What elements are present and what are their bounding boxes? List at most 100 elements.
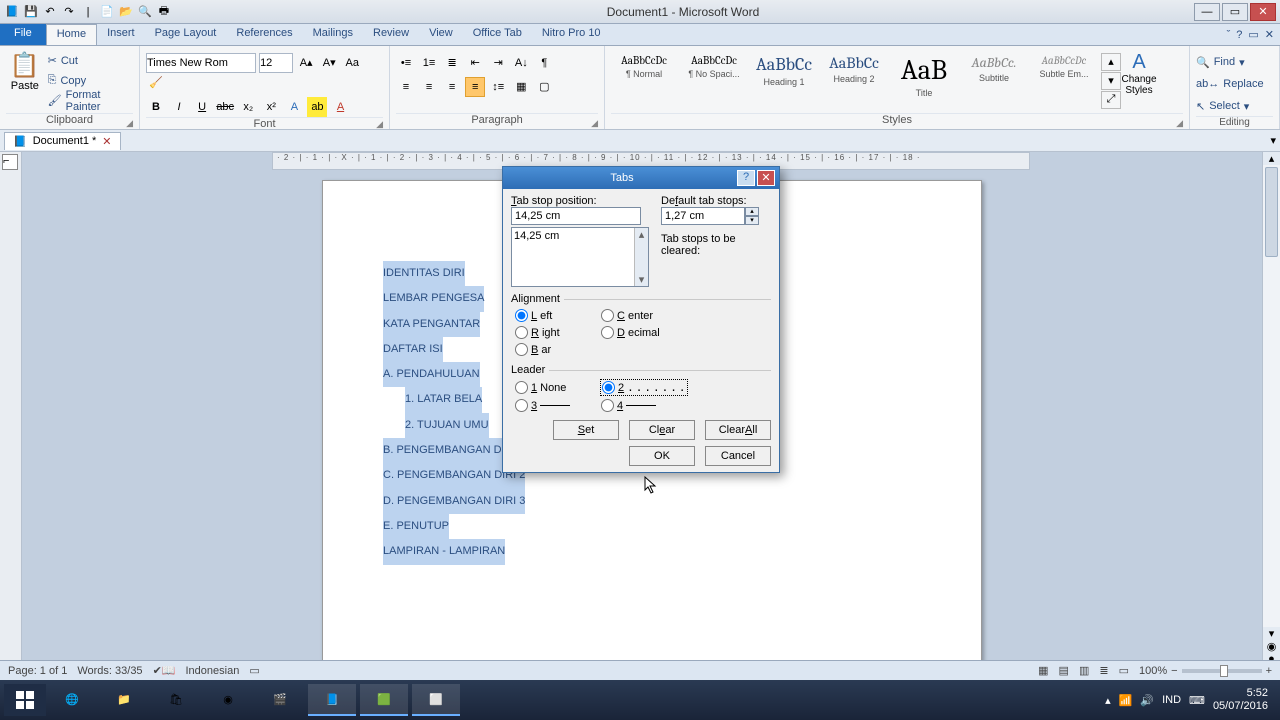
copy-button[interactable]: ⎘ Copy [48,71,133,91]
underline-icon[interactable]: U [192,97,212,117]
print-preview-icon[interactable]: 🔍 [137,4,153,20]
tab-file[interactable]: File [0,24,46,45]
line-spacing-icon[interactable]: ↕≡ [488,77,508,97]
change-case-icon[interactable]: Aa [342,53,362,73]
doc-line-6[interactable]: 1. LATAR BELA [405,387,482,412]
leader-under-radio[interactable]: 4 [601,399,687,412]
dialog-close-button[interactable]: ✕ [757,170,775,186]
spin-up-icon[interactable]: ▴ [745,207,759,216]
tray-volume-icon[interactable]: 🔊 [1140,694,1154,707]
task-explorer-icon[interactable]: 📁 [100,684,148,716]
style-heading2[interactable]: AaBbCcHeading 2 [821,51,887,111]
cancel-button[interactable]: Cancel [705,446,771,466]
bold-icon[interactable]: B [146,97,166,117]
tray-clock[interactable]: 5:52 05/07/2016 [1213,687,1268,713]
borders-icon[interactable]: ▢ [534,77,554,97]
tray-language[interactable]: IND [1162,694,1181,706]
close-button[interactable]: ✕ [1250,3,1276,21]
doc-line-3[interactable]: KATA PENGANTAR [383,312,480,337]
styles-launcher-icon[interactable]: ◢ [1176,118,1183,129]
justify-icon[interactable]: ≡ [465,77,485,97]
style-normal[interactable]: AaBbCcDc¶ Normal [611,51,677,111]
styles-down-icon[interactable]: ▾ [1101,72,1121,90]
word-count-status[interactable]: Words: 33/35 [77,665,142,677]
sort-icon[interactable]: A↓ [511,53,531,73]
doc-line-5[interactable]: A. PENDAHULUAN [383,362,480,387]
ok-button[interactable]: OK [629,446,695,466]
multilevel-icon[interactable]: ≣ [442,52,462,72]
tray-expand-icon[interactable]: ▴ [1105,694,1111,707]
tab-insert[interactable]: Insert [97,24,145,45]
scroll-up-icon[interactable]: ▴ [1269,152,1275,165]
tab-references[interactable]: References [226,24,302,45]
clipboard-launcher-icon[interactable]: ◢ [126,118,133,129]
clear-button[interactable]: Clear [629,420,695,440]
default-tabstops-input[interactable] [661,207,745,225]
scroll-down-icon[interactable]: ▾ [1269,627,1275,640]
align-decimal-radio[interactable]: Decimal [601,326,687,339]
view-web-icon[interactable]: ▥ [1079,664,1089,677]
shrink-font-icon[interactable]: A▾ [319,52,339,72]
tab-view[interactable]: View [419,24,463,45]
undo-icon[interactable]: ↶ [42,4,58,20]
tab-nitro[interactable]: Nitro Pro 10 [532,24,611,45]
view-outline-icon[interactable]: ≣ [1099,664,1108,677]
superscript-icon[interactable]: x² [261,97,281,117]
page-status[interactable]: Page: 1 of 1 [8,665,67,677]
minimize-button[interactable]: — [1194,3,1220,21]
close-tab-icon[interactable]: ✕ [102,135,111,148]
help-icon[interactable]: ? [1236,29,1242,41]
task-chrome-icon[interactable]: ◉ [204,684,252,716]
style-title[interactable]: AaBTitle [891,51,957,111]
font-color-icon[interactable]: A [331,97,351,117]
save-icon[interactable]: 💾 [23,4,39,20]
spellcheck-icon[interactable]: ✔📖 [153,664,176,677]
doc-line-2[interactable]: LEMBAR PENGESA [383,286,484,311]
change-styles-button[interactable]: A Change Styles [1119,51,1159,111]
style-subtle-em[interactable]: AaBbCcDcSubtle Em... [1031,51,1097,111]
shading-icon[interactable]: ▦ [511,77,531,97]
zoom-in-icon[interactable]: + [1266,665,1272,677]
task-word-icon[interactable]: 📘 [308,684,356,716]
cut-button[interactable]: ✂ Cut [48,51,133,71]
redo-icon[interactable]: ↷ [61,4,77,20]
minimize-ribbon-icon[interactable]: ˇ [1227,29,1231,41]
increase-indent-icon[interactable]: ⇥ [488,52,508,72]
dialog-titlebar[interactable]: Tabs ? ✕ [503,167,779,189]
select-button[interactable]: ↖ Select ▾ [1196,96,1249,116]
browse-prev-icon[interactable]: ◉ [1267,640,1277,653]
language-status[interactable]: Indonesian [185,665,239,677]
insert-mode-icon[interactable]: ▭ [249,664,259,677]
start-button[interactable] [4,684,46,716]
tab-mailings[interactable]: Mailings [303,24,363,45]
view-fullscreen-icon[interactable]: ▤ [1059,664,1069,677]
tab-selector[interactable]: ⌐ [2,154,18,170]
subscript-icon[interactable]: x₂ [238,97,258,117]
zoom-level[interactable]: 100% [1139,665,1167,677]
font-size-combo[interactable] [259,53,293,73]
task-ie-icon[interactable]: 🌐 [48,684,96,716]
list-scroll-down-icon[interactable]: ▾ [639,273,645,286]
clear-all-button[interactable]: Clear All [705,420,771,440]
print-icon[interactable]: 🖶 [156,4,172,20]
align-bar-radio[interactable]: Bar [515,343,601,356]
doc-line-12[interactable]: LAMPIRAN - LAMPIRAN [383,539,505,564]
tray-network-icon[interactable]: 📶 [1119,694,1133,707]
close-doc-icon[interactable]: ✕ [1265,28,1274,41]
align-right-radio[interactable]: Right [515,326,601,339]
bullets-icon[interactable]: •≡ [396,53,416,73]
document-tab-1[interactable]: 📘 Document1 * ✕ [4,132,121,150]
doc-line-7[interactable]: 2. TUJUAN UMU [405,413,489,438]
font-launcher-icon[interactable]: ◢ [376,119,383,130]
dialog-help-button[interactable]: ? [737,170,755,186]
task-camtasia-icon[interactable]: 🟩 [360,684,408,716]
tabstop-position-input[interactable] [511,207,641,225]
tabs-options-icon[interactable]: ▾ [1270,135,1276,147]
list-scroll-up-icon[interactable]: ▴ [639,228,645,241]
show-marks-icon[interactable]: ¶ [534,53,554,73]
italic-icon[interactable]: I [169,97,189,117]
new-icon[interactable]: 📄 [99,4,115,20]
leader-dots-radio[interactable]: 2 ....... [601,380,687,395]
view-print-icon[interactable]: ▦ [1038,664,1048,677]
vertical-scrollbar[interactable]: ▴ ▾ ◉ ● ◉ [1262,152,1280,678]
